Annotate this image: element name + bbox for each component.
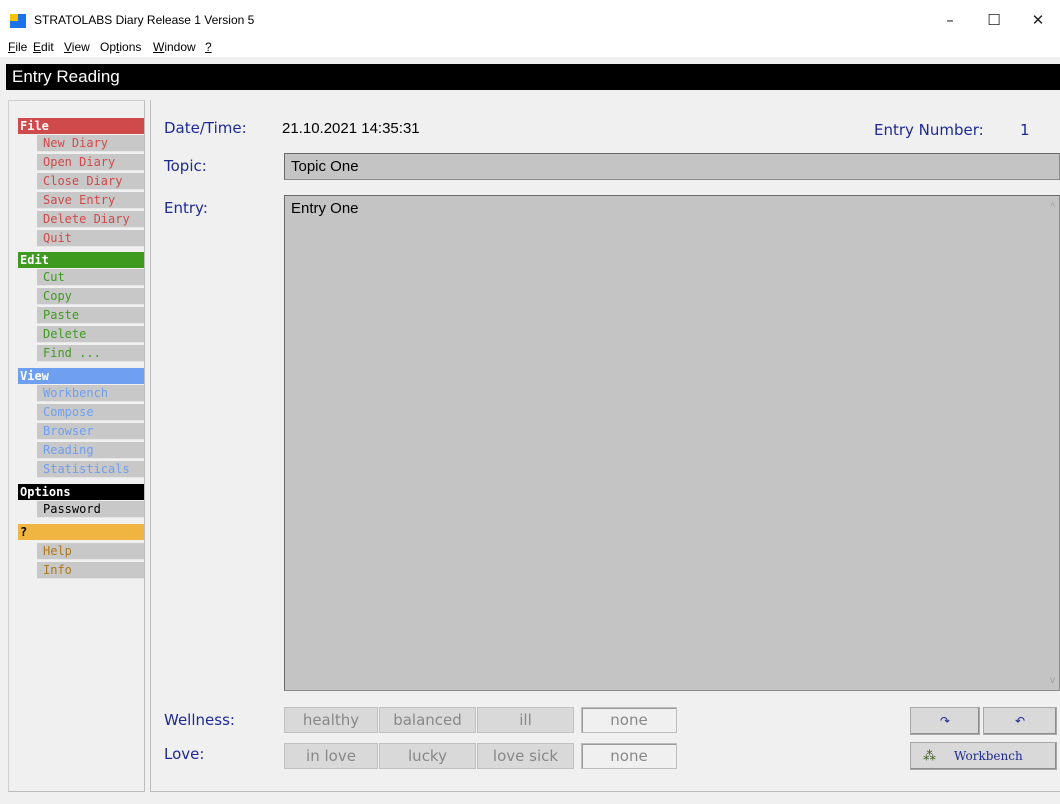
- entry-text-area[interactable]: Entry One ^ v: [284, 195, 1060, 691]
- nav-item-help[interactable]: Help: [37, 543, 144, 560]
- nav-item-statisticals[interactable]: Statisticals: [37, 461, 144, 478]
- nav-section-edit: Edit: [18, 252, 144, 268]
- datetime-value: 21.10.2021 14:35:31: [282, 120, 420, 137]
- entry-reading-panel: Date/Time: 21.10.2021 14:35:31 Entry Num…: [150, 100, 1060, 792]
- nav-item-compose[interactable]: Compose: [37, 404, 144, 421]
- entry-number-value: 1: [1020, 121, 1030, 139]
- love-in-love-button[interactable]: in love: [284, 743, 378, 769]
- menu-bar: File Edit View Options Window ?: [0, 36, 1060, 58]
- entry-number-label: Entry Number:: [874, 121, 984, 139]
- nav-item-new-diary[interactable]: New Diary: [37, 135, 144, 152]
- wellness-healthy-button[interactable]: healthy: [284, 707, 378, 733]
- love-none-button[interactable]: none: [581, 743, 677, 769]
- nav-section-file: File: [18, 118, 144, 134]
- workbench-button[interactable]: ⁂ Workbench: [910, 742, 1057, 770]
- redo-button[interactable]: ↷: [910, 707, 980, 735]
- wellness-label: Wellness:: [164, 711, 235, 729]
- nav-section-options: Options: [18, 484, 144, 500]
- nav-item-workbench[interactable]: Workbench: [37, 385, 144, 402]
- wellness-ill-button[interactable]: ill: [477, 707, 574, 733]
- app-window: STRATOLABS Diary Release 1 Version 5 – ☐…: [0, 0, 1060, 804]
- nav-item-paste[interactable]: Paste: [37, 307, 144, 324]
- datetime-label: Date/Time:: [164, 119, 247, 137]
- nav-item-cut[interactable]: Cut: [37, 269, 144, 286]
- nav-section-help: ?: [18, 524, 144, 540]
- nav-section-view: View: [18, 368, 144, 384]
- nav-item-browser[interactable]: Browser: [37, 423, 144, 440]
- love-love-sick-button[interactable]: love sick: [477, 743, 574, 769]
- close-button[interactable]: ✕: [1016, 6, 1060, 34]
- nav-item-open-diary[interactable]: Open Diary: [37, 154, 144, 171]
- topic-field[interactable]: Topic One: [284, 153, 1060, 180]
- entry-text: Entry One: [291, 200, 359, 217]
- nav-item-quit[interactable]: Quit: [37, 230, 144, 247]
- menu-help[interactable]: ?: [205, 40, 212, 54]
- workbench-icon: ⁂: [923, 748, 936, 764]
- undo-icon: ↶: [1014, 714, 1026, 728]
- scroll-down-arrow-icon[interactable]: v: [1050, 675, 1055, 686]
- wellness-balanced-button[interactable]: balanced: [379, 707, 476, 733]
- nav-item-reading[interactable]: Reading: [37, 442, 144, 459]
- menu-edit[interactable]: Edit: [33, 40, 54, 54]
- nav-item-password[interactable]: Password: [37, 501, 144, 518]
- minimize-button[interactable]: –: [928, 6, 972, 34]
- nav-item-info[interactable]: Info: [37, 562, 144, 579]
- love-label: Love:: [164, 745, 205, 763]
- love-lucky-button[interactable]: lucky: [379, 743, 476, 769]
- title-bar: STRATOLABS Diary Release 1 Version 5 – ☐…: [0, 0, 1060, 36]
- side-navigation: File New Diary Open Diary Close Diary Sa…: [8, 100, 145, 792]
- menu-options[interactable]: Options: [100, 40, 141, 54]
- maximize-button[interactable]: ☐: [972, 6, 1016, 34]
- window-title: STRATOLABS Diary Release 1 Version 5: [34, 13, 255, 27]
- nav-item-find[interactable]: Find ...: [37, 345, 144, 362]
- nav-item-delete-diary[interactable]: Delete Diary: [37, 211, 144, 228]
- nav-item-save-entry[interactable]: Save Entry: [37, 192, 144, 209]
- menu-window[interactable]: Window: [153, 40, 196, 54]
- topic-label: Topic:: [164, 157, 207, 175]
- scroll-up-arrow-icon[interactable]: ^: [1050, 202, 1055, 213]
- nav-item-close-diary[interactable]: Close Diary: [37, 173, 144, 190]
- nav-item-delete[interactable]: Delete: [37, 326, 144, 343]
- menu-view[interactable]: View: [64, 40, 90, 54]
- redo-icon: ↷: [939, 714, 951, 728]
- undo-button[interactable]: ↶: [983, 707, 1057, 735]
- app-logo-icon: [10, 14, 26, 28]
- nav-item-copy[interactable]: Copy: [37, 288, 144, 305]
- screen-title: Entry Reading: [6, 64, 1060, 90]
- entry-label: Entry:: [164, 199, 208, 217]
- menu-file[interactable]: File: [8, 40, 27, 54]
- workbench-button-label: Workbench: [954, 749, 1023, 763]
- wellness-none-button[interactable]: none: [581, 707, 677, 733]
